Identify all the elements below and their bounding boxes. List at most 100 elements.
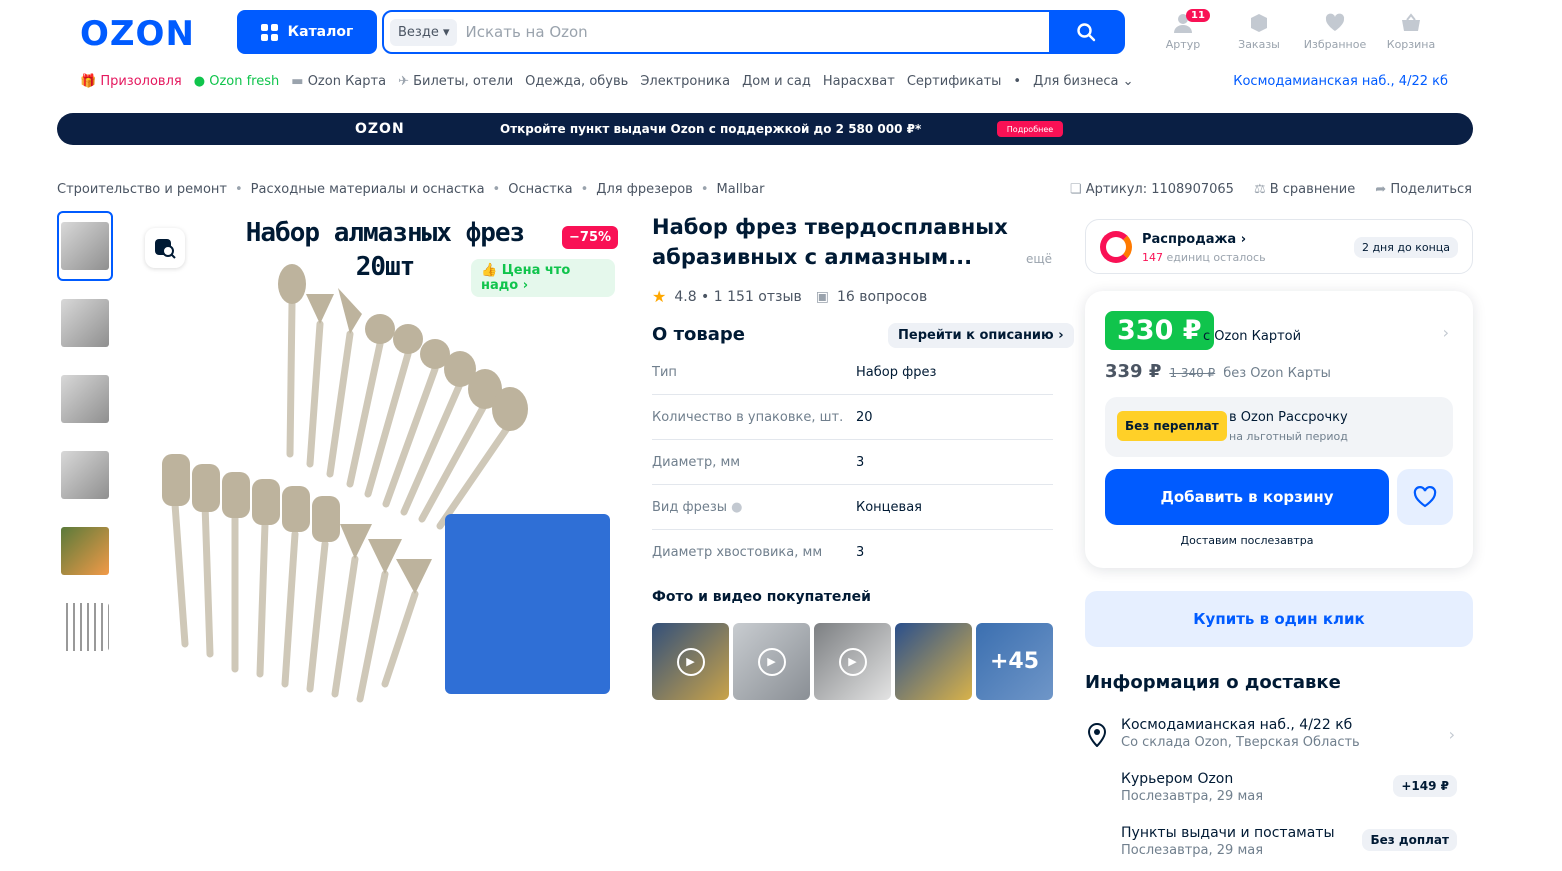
heart-icon bbox=[1413, 486, 1437, 508]
delivery-address-link[interactable]: Космодамианская наб., 4/22 кб bbox=[1233, 74, 1448, 89]
nav-item-tickets[interactable]: ✈ Билеты, отели bbox=[398, 74, 513, 89]
nav-item-ozon-card[interactable]: ▬ Ozon Карта bbox=[291, 74, 386, 89]
title-more-link[interactable]: ещё bbox=[1026, 252, 1052, 266]
spec-row: Вид фрезы ● Концевая bbox=[652, 485, 1053, 530]
nav-item-home[interactable]: Дом и сад bbox=[742, 74, 811, 89]
delivery-address-row[interactable]: Космодамианская наб., 4/22 кб Со склада … bbox=[1121, 717, 1473, 750]
spec-value: Концевая bbox=[856, 499, 922, 515]
product-actions: ❏ Артикул: 1108907065 ⚖ В сравнение ➦ По… bbox=[1070, 182, 1472, 197]
chevron-right-icon: › bbox=[1448, 725, 1455, 744]
search-button[interactable] bbox=[1049, 12, 1123, 52]
price-card: 330 ₽ с Ozon Картой › 339 ₽ 1 340 ₽ без … bbox=[1085, 291, 1473, 568]
spec-key: Тип bbox=[652, 364, 677, 380]
favorites-button[interactable]: Избранное bbox=[1300, 12, 1370, 51]
breadcrumb: Строительство и ремонт • Расходные матери… bbox=[57, 182, 765, 197]
nav-item-electronics[interactable]: Электроника bbox=[640, 74, 730, 89]
play-icon: ▶ bbox=[676, 647, 705, 676]
search-icon bbox=[1077, 23, 1096, 42]
profile-button[interactable]: 11 Артур bbox=[1148, 9, 1218, 51]
thumbnail[interactable] bbox=[57, 516, 113, 586]
price-regular: 339 ₽ bbox=[1105, 361, 1162, 382]
sale-block[interactable]: Распродажа › 147 единиц осталось 2 дня д… bbox=[1085, 219, 1473, 274]
banner-text: Откройте пункт выдачи Ozon с поддержкой … bbox=[500, 122, 922, 136]
breadcrumb-item[interactable]: Для фрезеров bbox=[596, 182, 693, 197]
catalog-label: Каталог bbox=[287, 24, 354, 40]
location-pin-icon bbox=[1087, 722, 1107, 751]
nav-item-business[interactable]: Для бизнеса ⌄ bbox=[1033, 74, 1133, 89]
article-copy-button[interactable]: ❏ Артикул: 1108907065 bbox=[1070, 182, 1234, 197]
installment-tag: Без переплат bbox=[1117, 411, 1227, 441]
delivery-info-heading: Информация о доставке bbox=[1085, 672, 1341, 693]
sale-ring-icon bbox=[1100, 231, 1132, 263]
nav-item-prizolovlya[interactable]: 🎁 Призоловля bbox=[80, 74, 182, 89]
banner-logo: OZON bbox=[355, 121, 405, 137]
orders-button[interactable]: Заказы bbox=[1224, 12, 1294, 51]
add-to-cart-button[interactable]: Добавить в корзину bbox=[1105, 469, 1389, 525]
breadcrumb-item[interactable]: Оснастка bbox=[508, 182, 572, 197]
thumbnail[interactable] bbox=[57, 440, 113, 510]
info-icon[interactable]: ● bbox=[731, 500, 742, 515]
installment-title: в Ozon Рассрочку bbox=[1229, 410, 1348, 425]
thumbnail[interactable] bbox=[57, 288, 113, 358]
delivery-price-badge: +149 ₽ bbox=[1393, 775, 1457, 797]
catalog-button[interactable]: Каталог bbox=[237, 10, 377, 54]
delivery-price-badge: Без доплат bbox=[1362, 829, 1457, 851]
rating-reviews-link[interactable]: 4.8 • 1 151 отзыв bbox=[674, 289, 801, 305]
breadcrumb-item[interactable]: Строительство и ремонт bbox=[57, 182, 227, 197]
promo-banner[interactable]: OZON Откройте пункт выдачи Ozon с поддер… bbox=[57, 113, 1473, 145]
ozon-card-price[interactable]: 330 ₽ bbox=[1105, 311, 1214, 350]
compare-button[interactable]: ⚖ В сравнение bbox=[1254, 182, 1355, 197]
spec-value: 3 bbox=[856, 545, 865, 560]
installment-block[interactable]: Без переплат в Ozon Рассрочку на льготны… bbox=[1105, 397, 1453, 457]
thumbnail-image bbox=[61, 222, 109, 270]
sub-navigation: 🎁 Призоловля ● Ozon fresh ▬ Ozon Карта ✈… bbox=[80, 74, 1134, 89]
spec-key: Вид фрезы ● bbox=[652, 499, 743, 515]
spec-row: Диаметр хвостовика, мм 3 bbox=[652, 530, 1053, 575]
delivery-warehouse: Со склада Ozon, Тверская Область bbox=[1121, 735, 1360, 750]
spec-key: Диаметр хвостовика, мм bbox=[652, 545, 823, 560]
customer-photo[interactable] bbox=[895, 623, 972, 700]
spec-row: Тип Набор фрез bbox=[652, 350, 1053, 395]
ozon-card-label: с Ozon Картой bbox=[1203, 329, 1302, 344]
nav-item-hot[interactable]: Нарасхват bbox=[823, 74, 895, 89]
buy-one-click-button[interactable]: Купить в один клик bbox=[1085, 591, 1473, 647]
more-photos-button[interactable]: +45 bbox=[976, 623, 1053, 700]
nav-item-certificates[interactable]: Сертификаты bbox=[907, 74, 1002, 89]
customer-video[interactable]: ▶ bbox=[814, 623, 891, 700]
heart-icon bbox=[1325, 13, 1345, 31]
spec-key: Диаметр, мм bbox=[652, 454, 741, 470]
banner-details-button[interactable]: Подробнее bbox=[997, 121, 1063, 137]
breadcrumb-item[interactable]: Расходные материалы и оснастка bbox=[251, 182, 485, 197]
customer-video[interactable]: ▶ bbox=[652, 623, 729, 700]
breadcrumb-item[interactable]: Mallbar bbox=[717, 182, 765, 197]
nav-item-clothes[interactable]: Одежда, обувь bbox=[525, 74, 628, 89]
spec-value: Набор фрез bbox=[856, 364, 937, 380]
share-button[interactable]: ➦ Поделиться bbox=[1375, 182, 1472, 197]
thumbnail-image bbox=[61, 375, 109, 423]
sale-days-left: 2 дня до конца bbox=[1353, 237, 1458, 258]
thumbnail[interactable] bbox=[57, 211, 113, 281]
add-to-favorites-button[interactable] bbox=[1397, 469, 1453, 525]
favorites-label: Избранное bbox=[1303, 38, 1367, 51]
customer-video[interactable]: ▶ bbox=[733, 623, 810, 700]
thumbnail[interactable] bbox=[57, 592, 113, 662]
ozon-logo[interactable]: OZON bbox=[80, 14, 195, 54]
chevron-right-icon[interactable]: › bbox=[1443, 323, 1449, 342]
delivery-address: Космодамианская наб., 4/22 кб bbox=[1121, 717, 1353, 733]
customer-photos-heading: Фото и видео покупателей bbox=[652, 589, 871, 605]
spec-value: 20 bbox=[856, 409, 873, 425]
notification-badge: 11 bbox=[1186, 9, 1210, 22]
nav-item-ozon-fresh[interactable]: ● Ozon fresh bbox=[194, 74, 280, 89]
delivery-option-pickup: Пункты выдачи и постаматы Послезавтра, 2… bbox=[1121, 825, 1473, 858]
go-to-description-button[interactable]: Перейти к описанию › bbox=[888, 323, 1074, 348]
regular-price: 339 ₽ 1 340 ₽ без Ozon Карты bbox=[1105, 361, 1331, 382]
thumbnail[interactable] bbox=[57, 364, 113, 434]
about-heading: О товаре bbox=[652, 324, 745, 345]
cart-button[interactable]: Корзина bbox=[1376, 12, 1446, 51]
questions-link[interactable]: 16 вопросов bbox=[837, 289, 927, 305]
orders-label: Заказы bbox=[1238, 38, 1280, 51]
search-scope-select[interactable]: Везде ▾ bbox=[390, 18, 458, 46]
product-main-image[interactable]: Набор алмазных фрез 20шт −75% 👍 Цена что … bbox=[140, 214, 619, 704]
card-icon: ▬ bbox=[291, 74, 304, 89]
search-input[interactable] bbox=[465, 23, 1026, 41]
